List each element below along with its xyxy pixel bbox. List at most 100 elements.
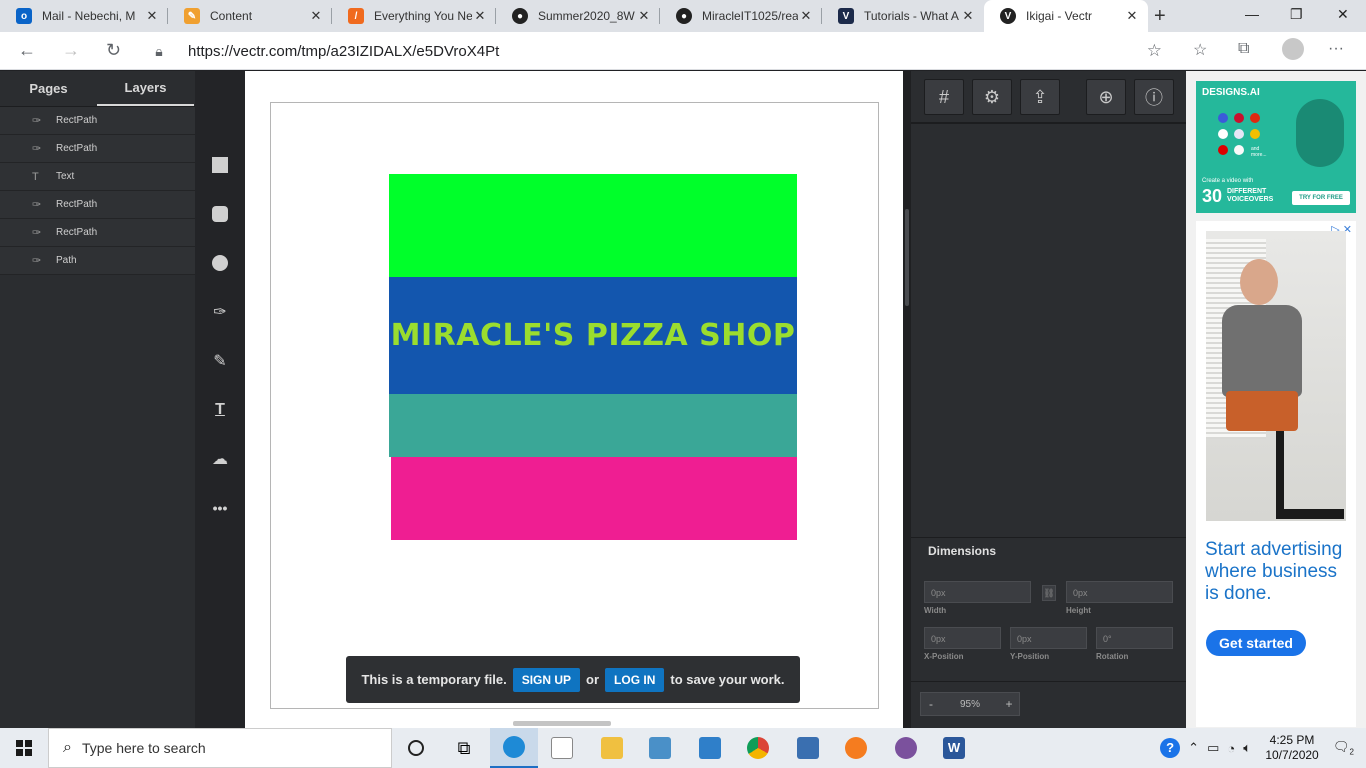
edge-taskbar-button[interactable] bbox=[490, 728, 538, 768]
task-view-button[interactable]: ⧉ bbox=[440, 728, 488, 768]
volume-icon[interactable]: 🔈︎ bbox=[1243, 740, 1251, 756]
settings-app-button[interactable] bbox=[686, 728, 734, 768]
horizontal-scrollbar[interactable] bbox=[513, 721, 611, 726]
tab-layers[interactable]: Layers bbox=[97, 71, 194, 106]
photos-taskbar-button[interactable] bbox=[636, 728, 684, 768]
ellipse-tool[interactable] bbox=[208, 251, 232, 275]
width-field[interactable]: 0px bbox=[924, 581, 1031, 603]
forward-icon[interactable]: → bbox=[62, 40, 80, 61]
notification-icon[interactable]: 🗨︎2 bbox=[1333, 739, 1354, 757]
log-in-button[interactable]: LOG IN bbox=[605, 667, 665, 692]
url-text[interactable]: https://vectr.com/tmp/a23IZIDALX/e5DVroX… bbox=[188, 43, 499, 60]
firefox-icon bbox=[845, 737, 867, 759]
tab-mail[interactable]: o Mail - Nebechi, M ✕ bbox=[0, 0, 168, 32]
more-options-icon[interactable]: ··· bbox=[1328, 40, 1344, 58]
tab-pages[interactable]: Pages bbox=[0, 71, 97, 106]
zoom-in-button[interactable]: + bbox=[999, 697, 1019, 711]
blue-rect[interactable]: MIRACLE'S PIZZA SHOP bbox=[389, 277, 797, 394]
reload-icon[interactable]: ↻ bbox=[106, 40, 121, 61]
info-button[interactable]: ⓘ bbox=[1134, 79, 1174, 115]
network-app-button[interactable] bbox=[784, 728, 832, 768]
green-rect[interactable] bbox=[389, 174, 797, 277]
display-ad[interactable]: ▷ ✕ Start advertising where business is … bbox=[1196, 221, 1356, 727]
rotation-field[interactable]: 0° bbox=[1096, 627, 1173, 649]
close-icon[interactable]: ✕ bbox=[308, 8, 324, 24]
link-icon[interactable]: ⛓ bbox=[1042, 585, 1056, 601]
sign-up-button[interactable]: SIGN UP bbox=[512, 667, 581, 692]
help-icon[interactable]: ? bbox=[1160, 738, 1181, 758]
ad-headline: Start advertising where business is done… bbox=[1205, 539, 1343, 604]
new-document-button[interactable]: ⊕ bbox=[1086, 79, 1126, 115]
close-icon[interactable]: ✕ bbox=[798, 8, 814, 24]
taskbar-search[interactable]: ⌕ Type here to search bbox=[48, 728, 392, 768]
lock-icon[interactable]: 🔒︎ bbox=[144, 43, 174, 60]
headline-text[interactable]: MIRACLE'S PIZZA SHOP bbox=[391, 318, 796, 353]
rounded-rectangle-tool[interactable] bbox=[208, 202, 232, 226]
chevron-up-icon[interactable]: ⌃ bbox=[1188, 740, 1199, 756]
notepad-taskbar-button[interactable] bbox=[538, 728, 586, 768]
battery-icon[interactable]: ▭ bbox=[1207, 740, 1219, 756]
pink-rect[interactable] bbox=[391, 457, 797, 540]
designs-ai-ad[interactable]: DESIGNS.AI and more... Create a video wi… bbox=[1196, 81, 1356, 213]
bookmark-star-icon[interactable]: ☆ bbox=[1147, 41, 1162, 61]
pencil-tool[interactable]: ✎ bbox=[208, 349, 232, 373]
collections-icon[interactable]: ⧉ bbox=[1238, 40, 1249, 58]
vertical-scrollbar[interactable] bbox=[903, 71, 911, 728]
rectangle-tool[interactable] bbox=[208, 153, 232, 177]
new-tab-icon[interactable]: + bbox=[1154, 5, 1166, 28]
close-icon[interactable]: ✕ bbox=[960, 8, 976, 24]
cortana-button[interactable] bbox=[392, 728, 440, 768]
close-icon[interactable]: ✕ bbox=[144, 8, 160, 24]
tab-ikigai-vectr[interactable]: V Ikigai - Vectr ✕ bbox=[984, 0, 1148, 32]
close-icon[interactable]: ✕ bbox=[1124, 8, 1140, 24]
close-icon[interactable]: ✕ bbox=[636, 8, 652, 24]
text-tool[interactable]: T bbox=[208, 398, 232, 422]
more-tools[interactable]: ••• bbox=[208, 496, 232, 520]
back-icon[interactable]: ← bbox=[18, 40, 36, 61]
y-position-field[interactable]: 0px bbox=[1010, 627, 1087, 649]
tab-summer2020[interactable]: ● Summer2020_8W ✕ bbox=[496, 0, 660, 32]
viber-taskbar-button[interactable] bbox=[882, 728, 930, 768]
network-icon[interactable]: ◔ bbox=[1227, 741, 1235, 756]
tab-tutorials[interactable]: V Tutorials - What A ✕ bbox=[822, 0, 984, 32]
favorites-icon[interactable]: ☆ bbox=[1193, 40, 1207, 60]
pen-tool[interactable]: ✑ bbox=[208, 300, 232, 324]
edge-icon bbox=[503, 736, 525, 758]
height-field[interactable]: 0px bbox=[1066, 581, 1173, 603]
zoom-level[interactable]: 95% bbox=[941, 699, 999, 710]
zoom-out-button[interactable]: - bbox=[921, 697, 941, 711]
file-explorer-button[interactable] bbox=[588, 728, 636, 768]
artboard[interactable]: MIRACLE'S PIZZA SHOP bbox=[270, 102, 879, 709]
pencil-icon: ✎ bbox=[184, 8, 200, 24]
tab-content[interactable]: ✎ Content ✕ bbox=[168, 0, 332, 32]
maximize-icon[interactable]: ❐ bbox=[1290, 6, 1303, 23]
tab-everything[interactable]: / Everything You Ne ✕ bbox=[332, 0, 496, 32]
minimize-icon[interactable]: — bbox=[1245, 6, 1259, 22]
window-close-icon[interactable]: ✕ bbox=[1337, 6, 1349, 23]
try-for-free-button[interactable]: TRY FOR FREE bbox=[1292, 191, 1350, 205]
layer-item[interactable]: ✑ RectPath bbox=[0, 219, 195, 247]
get-started-button[interactable]: Get started bbox=[1206, 630, 1306, 656]
clock[interactable]: 4:25 PM 10/7/2020 bbox=[1255, 733, 1329, 763]
export-button[interactable]: ⇪ bbox=[1020, 79, 1060, 115]
grid-settings-button[interactable]: # bbox=[924, 79, 964, 115]
word-taskbar-button[interactable]: W bbox=[930, 728, 978, 768]
flag-icon bbox=[1218, 145, 1228, 155]
x-position-field[interactable]: 0px bbox=[924, 627, 1001, 649]
upload-tool[interactable]: ☁ bbox=[208, 447, 232, 471]
teal-rect[interactable] bbox=[389, 394, 797, 457]
canvas-area[interactable]: MIRACLE'S PIZZA SHOP This is a temporary… bbox=[245, 71, 903, 728]
layer-item[interactable]: ✑ RectPath bbox=[0, 107, 195, 135]
document-settings-button[interactable]: ⚙ bbox=[972, 79, 1012, 115]
start-button[interactable] bbox=[0, 728, 48, 768]
layer-item[interactable]: ✑ RectPath bbox=[0, 135, 195, 163]
layer-item[interactable]: T Text bbox=[0, 163, 195, 191]
tab-miracleit[interactable]: ● MiracleIT1025/rea ✕ bbox=[660, 0, 822, 32]
address-bar[interactable]: 🔒︎ https://vectr.com/tmp/a23IZIDALX/e5DV… bbox=[144, 37, 1174, 65]
layer-item[interactable]: ✑ Path bbox=[0, 247, 195, 275]
firefox-taskbar-button[interactable] bbox=[832, 728, 880, 768]
chrome-taskbar-button[interactable] bbox=[734, 728, 782, 768]
profile-avatar[interactable] bbox=[1282, 38, 1304, 60]
close-icon[interactable]: ✕ bbox=[472, 8, 488, 24]
layer-item[interactable]: ✑ RectPath bbox=[0, 191, 195, 219]
